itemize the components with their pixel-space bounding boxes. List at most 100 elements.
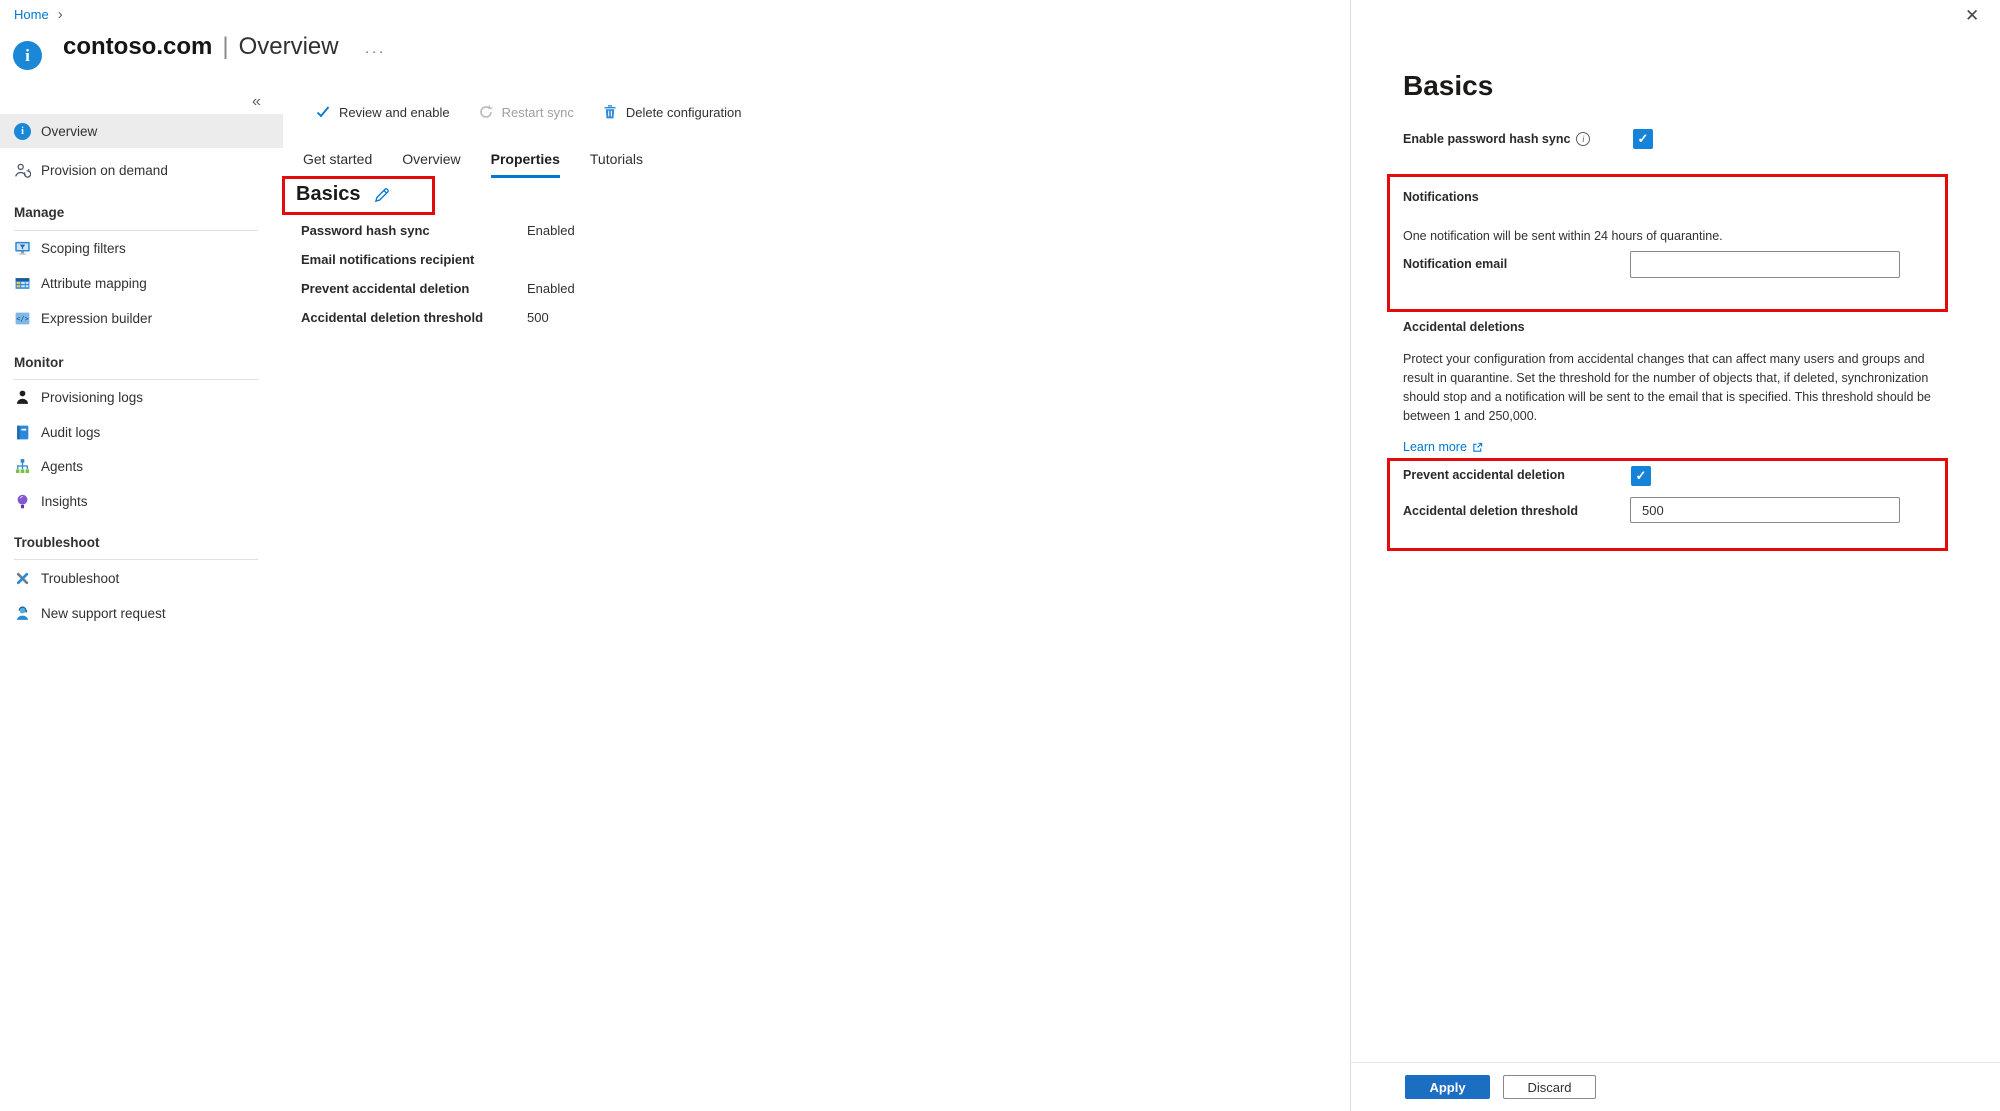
resource-info-icon: i xyxy=(13,41,42,70)
svg-text:</>: </> xyxy=(16,315,28,323)
page-title: contoso.com | Overview ··· xyxy=(63,30,386,61)
basics-section-header: Basics xyxy=(296,183,392,206)
accidental-deletion-threshold-label: Accidental deletion threshold xyxy=(1403,504,1578,518)
page-title-separator: | xyxy=(222,33,228,61)
info-tooltip-icon[interactable]: i xyxy=(1576,132,1590,146)
restart-icon xyxy=(478,104,494,120)
tab-tutorials[interactable]: Tutorials xyxy=(590,151,643,178)
sidebar-item-overview[interactable]: i Overview xyxy=(0,114,283,148)
property-value: Enabled xyxy=(527,223,575,238)
sidebar-item-audit-logs[interactable]: Audit logs xyxy=(0,415,283,449)
edit-pencil-icon[interactable] xyxy=(373,185,392,204)
trash-icon xyxy=(602,104,618,120)
tab-overview[interactable]: Overview xyxy=(402,151,460,178)
basics-edit-panel xyxy=(1350,0,2000,1111)
learn-more-link[interactable]: Learn more xyxy=(1403,440,1483,454)
delete-configuration-label: Delete configuration xyxy=(626,105,742,120)
info-icon: i xyxy=(14,123,31,140)
sidebar-item-label: Agents xyxy=(41,459,83,474)
sidebar-item-label: Provisioning logs xyxy=(41,390,143,405)
property-value: Enabled xyxy=(527,281,575,296)
external-link-icon xyxy=(1472,442,1483,453)
property-row: Email notifications recipient xyxy=(301,245,575,274)
breadcrumb-chevron-icon: › xyxy=(58,8,63,21)
property-row: Password hash sync Enabled xyxy=(301,216,575,245)
sidebar-item-label: Audit logs xyxy=(41,425,100,440)
page-title-section: Overview xyxy=(239,33,339,61)
sidebar-item-label: Insights xyxy=(41,494,88,509)
accidental-deletion-threshold-input[interactable] xyxy=(1630,497,1900,523)
sidebar-item-troubleshoot[interactable]: Troubleshoot xyxy=(0,561,283,595)
delete-configuration-button[interactable]: Delete configuration xyxy=(602,104,742,120)
sidebar-item-label: Scoping filters xyxy=(41,241,126,256)
notification-email-input[interactable] xyxy=(1630,251,1900,278)
sidebar-section-troubleshoot: Troubleshoot xyxy=(0,525,283,559)
command-bar: Review and enable Restart sync Delete co… xyxy=(315,101,741,123)
person-sync-icon xyxy=(14,162,31,179)
sidebar-item-label: Troubleshoot xyxy=(41,571,119,586)
sidebar-item-insights[interactable]: Insights xyxy=(0,484,283,518)
sidebar-item-label: Overview xyxy=(41,124,97,139)
provisioning-logs-icon xyxy=(14,389,31,406)
accidental-deletions-heading: Accidental deletions xyxy=(1403,320,1525,334)
learn-more-label: Learn more xyxy=(1403,440,1467,454)
notification-email-label: Notification email xyxy=(1403,257,1507,271)
sidebar-item-provision-on-demand[interactable]: Provision on demand xyxy=(0,153,283,187)
sidebar-item-agents[interactable]: Agents xyxy=(0,449,283,483)
tab-properties[interactable]: Properties xyxy=(491,151,560,178)
enable-phs-label: Enable password hash sync xyxy=(1403,132,1570,146)
notifications-description: One notification will be sent within 24 … xyxy=(1403,227,1723,246)
close-icon[interactable]: ✕ xyxy=(1965,6,1979,26)
enable-phs-checkbox[interactable]: ✓ xyxy=(1633,129,1653,149)
property-label: Accidental deletion threshold xyxy=(301,310,527,325)
accidental-deletions-description: Protect your configuration from accident… xyxy=(1403,350,1955,426)
sidebar-item-label: Provision on demand xyxy=(41,163,168,178)
prevent-accidental-deletion-checkbox[interactable]: ✓ xyxy=(1631,466,1651,486)
apply-button[interactable]: Apply xyxy=(1405,1075,1490,1099)
sidebar-section-monitor: Monitor xyxy=(0,345,283,379)
property-value: 500 xyxy=(527,310,549,325)
sidebar-collapse-button[interactable]: « xyxy=(252,93,261,111)
page-header: i contoso.com | Overview ··· xyxy=(13,30,386,70)
breadcrumb-home-link[interactable]: Home xyxy=(14,7,49,22)
expression-builder-icon: </> xyxy=(14,310,31,327)
divider xyxy=(14,559,258,560)
properties-list: Password hash sync Enabled Email notific… xyxy=(301,216,575,332)
sidebar-item-scoping-filters[interactable]: Scoping filters xyxy=(0,231,283,265)
troubleshoot-icon xyxy=(14,570,31,587)
insights-icon xyxy=(14,493,31,510)
scoping-filters-icon xyxy=(14,240,31,257)
discard-button[interactable]: Discard xyxy=(1503,1075,1596,1099)
divider xyxy=(1350,1062,2000,1063)
sidebar-section-manage: Manage xyxy=(0,195,283,229)
tab-get-started[interactable]: Get started xyxy=(303,151,372,178)
attribute-mapping-icon xyxy=(14,275,31,292)
property-label: Password hash sync xyxy=(301,223,527,238)
check-icon xyxy=(315,104,331,120)
enable-phs-row: Enable password hash sync i xyxy=(1403,132,1590,146)
review-and-enable-button[interactable]: Review and enable xyxy=(315,104,450,120)
sidebar-item-expression-builder[interactable]: </> Expression builder xyxy=(0,301,283,335)
property-label: Prevent accidental deletion xyxy=(301,281,527,296)
restart-sync-button: Restart sync xyxy=(478,104,574,120)
page-title-domain: contoso.com xyxy=(63,33,212,61)
sidebar-item-label: Expression builder xyxy=(41,311,152,326)
review-and-enable-label: Review and enable xyxy=(339,105,450,120)
audit-logs-icon xyxy=(14,424,31,441)
notifications-heading: Notifications xyxy=(1403,190,1479,204)
prevent-accidental-deletion-label: Prevent accidental deletion xyxy=(1403,468,1565,482)
sidebar-item-label: New support request xyxy=(41,606,166,621)
agents-icon xyxy=(14,458,31,475)
panel-title: Basics xyxy=(1403,70,1493,102)
property-row: Prevent accidental deletion Enabled xyxy=(301,274,575,303)
sidebar-item-provisioning-logs[interactable]: Provisioning logs xyxy=(0,380,283,414)
sidebar-item-label: Attribute mapping xyxy=(41,276,147,291)
basics-section-title: Basics xyxy=(296,183,361,206)
property-label: Email notifications recipient xyxy=(301,252,527,267)
sidebar-item-new-support-request[interactable]: New support request xyxy=(0,596,283,630)
support-request-icon xyxy=(14,605,31,622)
breadcrumb: Home › xyxy=(14,7,63,22)
restart-sync-label: Restart sync xyxy=(502,105,574,120)
sidebar-item-attribute-mapping[interactable]: Attribute mapping xyxy=(0,266,283,300)
more-options-button[interactable]: ··· xyxy=(365,43,386,60)
